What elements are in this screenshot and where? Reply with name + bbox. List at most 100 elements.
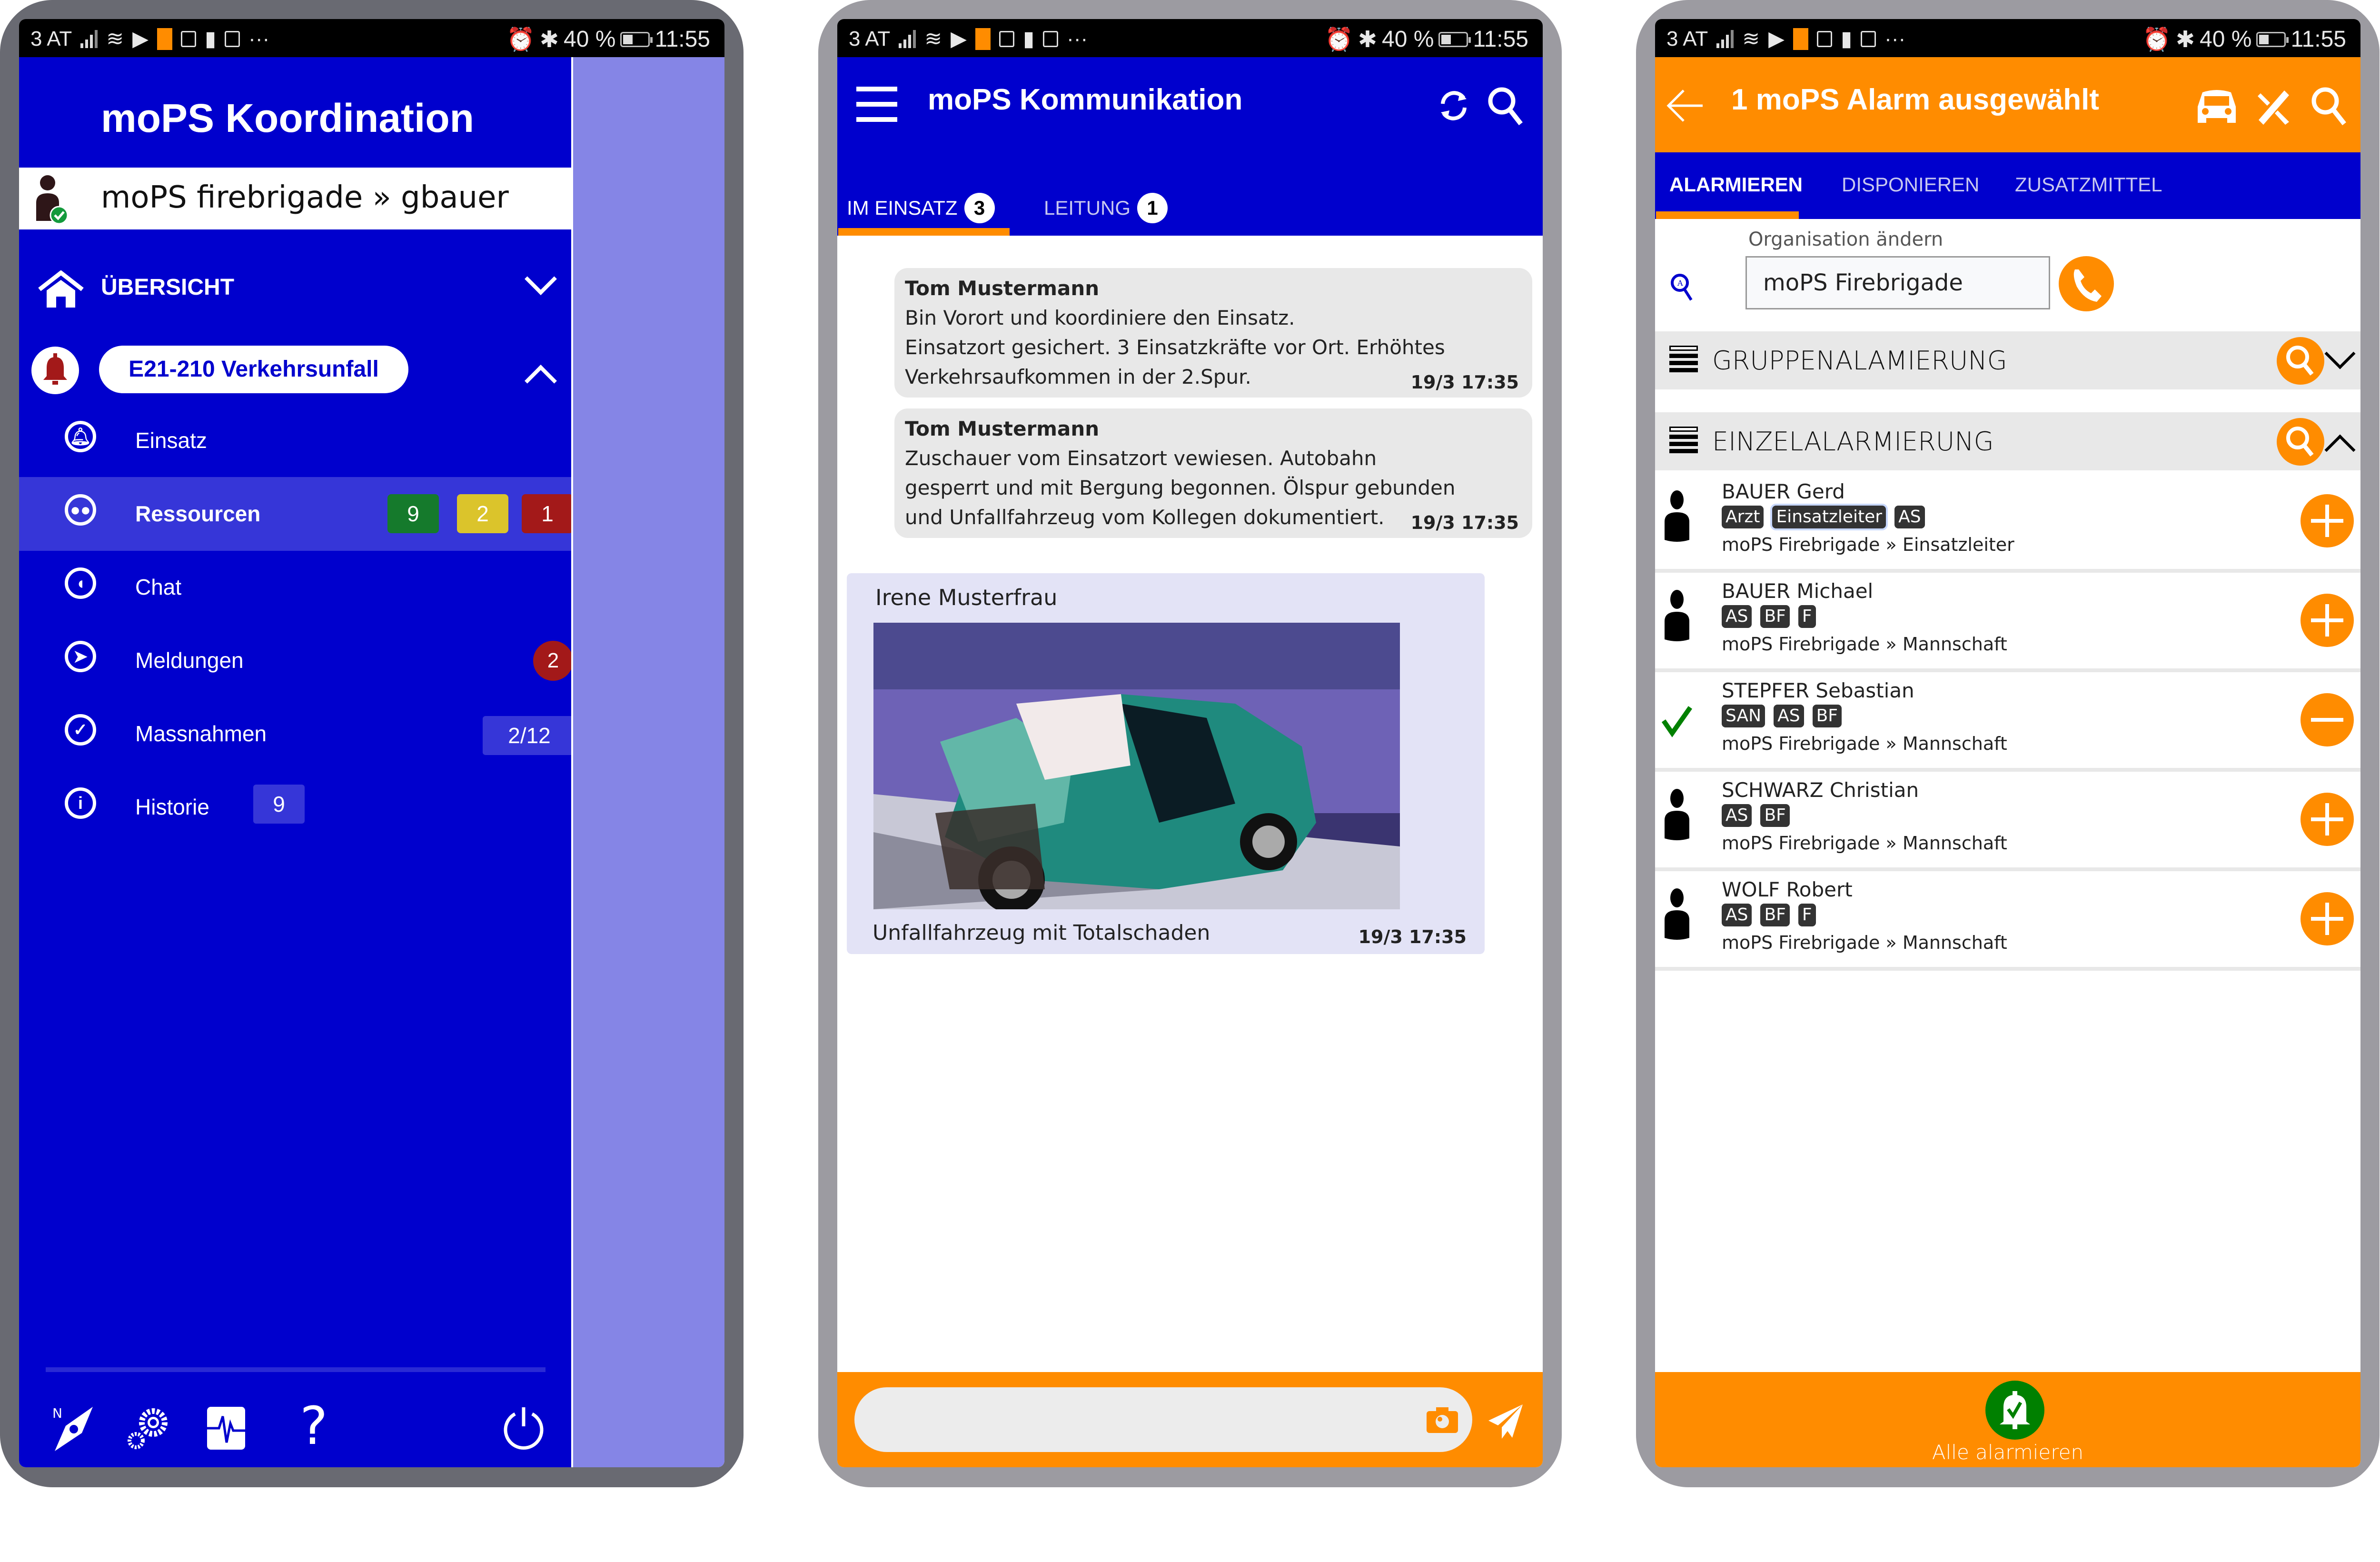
nav-item-massnahmen[interactable]: ✓ Massnahmen 2/12	[19, 697, 576, 771]
alarm-clock-icon: ⏰	[1325, 27, 1353, 52]
compass-icon[interactable]: N	[52, 1404, 95, 1452]
image-message[interactable]: Irene Musterfrau Unfallfahrzeug mit Tota…	[847, 573, 1485, 954]
user-name: moPS firebrigade » gbauer	[101, 180, 509, 215]
person-row[interactable]: SCHWARZ Christian AS BF moPS Firebrigade » …	[1655, 770, 2360, 871]
qualification-tag: AS	[1722, 904, 1752, 926]
person-org: moPS Firebrigade » Mannschaft	[1722, 932, 2007, 953]
person-name: WOLF Robert	[1722, 878, 1853, 901]
message-input[interactable]	[854, 1387, 1472, 1452]
person-row[interactable]: STEPFER Sebastian SAN AS BF moPS Firebrigade…	[1655, 670, 2360, 772]
message-composer	[837, 1372, 1543, 1467]
qualification-tag: BF	[1760, 904, 1790, 926]
alarm-all-button[interactable]	[1985, 1381, 2044, 1440]
refresh-icon[interactable]	[1437, 87, 1470, 125]
add-person-button[interactable]	[2301, 594, 2354, 647]
settings-icon[interactable]	[124, 1404, 171, 1452]
search-group-button[interactable]	[2277, 337, 2324, 385]
crashed-car-photo[interactable]	[873, 623, 1400, 909]
tab-zusatzmittel[interactable]: ZUSATZMITTEL	[2015, 173, 2162, 196]
drawer-scrim[interactable]	[571, 57, 724, 1467]
play-icon: ▶	[1768, 27, 1785, 50]
qualification-tag: AS	[1894, 506, 1925, 528]
incident-section[interactable]: E21-210 Verkehrsunfall	[19, 338, 571, 400]
chevron-down-icon[interactable]	[525, 263, 557, 295]
mail-icon	[1861, 30, 1876, 47]
person-icon	[1665, 888, 1689, 940]
app-title: 1 moPS Alarm ausgewählt	[1731, 83, 2099, 116]
qualification-tag: F	[1798, 605, 1816, 628]
add-person-button[interactable]	[2301, 892, 2354, 945]
nav-item-chat[interactable]: ◖ Chat	[19, 550, 571, 624]
incident-pill[interactable]: E21-210 Verkehrsunfall	[99, 346, 408, 393]
nav-item-meldungen[interactable]: ➤ Meldungen 2	[19, 624, 573, 697]
chevron-up-icon[interactable]	[2324, 434, 2356, 466]
play-icon: ▶	[951, 27, 967, 50]
nav-item-einsatz[interactable]: 🔔︎ Einsatz	[19, 404, 571, 478]
alarm-clock-icon: ⏰	[2142, 27, 2171, 52]
dispatch-tools-icon[interactable]	[2256, 89, 2292, 127]
activity-icon[interactable]	[205, 1404, 248, 1452]
wifi-icon: ≋	[924, 27, 942, 50]
nav-item-historie[interactable]: i Historie 9	[19, 770, 571, 844]
help-icon[interactable]: ?	[300, 1400, 327, 1452]
carrier-label: 3 AT	[849, 27, 891, 50]
power-icon[interactable]	[500, 1404, 547, 1452]
camera-icon[interactable]	[1427, 1406, 1458, 1433]
search-icon	[2286, 346, 2314, 376]
status-bar: 3 AT ≋ ▶ ▮ ··· ⏰ ✱ 40 % 11:55	[19, 19, 724, 57]
qualification-tag: BF	[1760, 804, 1790, 827]
person-icon	[1665, 490, 1689, 542]
more-icon: ···	[1884, 27, 1906, 50]
tab-alarmieren[interactable]: ALARMIEREN	[1669, 173, 1803, 196]
qualification-tag: AS	[1722, 804, 1752, 827]
search-icon[interactable]	[2310, 86, 2347, 126]
back-arrow-icon[interactable]	[1666, 90, 1703, 122]
org-search-icon[interactable]: A	[1669, 271, 1693, 302]
search-icon[interactable]	[1487, 86, 1524, 126]
chevron-up-icon[interactable]	[525, 365, 557, 397]
person-row[interactable]: BAUER Michael AS BF FmoPS Firebrigade » Man…	[1655, 571, 2360, 672]
person-name: STEPFER Sebastian	[1722, 679, 1914, 702]
signal-icon	[80, 30, 98, 48]
alarm-all-label: Alle alarmieren	[1932, 1441, 2084, 1464]
drawer-title: moPS Koordination	[101, 96, 474, 140]
active-tab-indicator	[1656, 211, 1799, 219]
add-person-button[interactable]	[2301, 793, 2354, 846]
history-count-badge: 9	[253, 785, 305, 824]
menu-icon[interactable]	[856, 87, 897, 122]
tab-im-einsatz[interactable]: IM EINSATZ 3	[847, 193, 995, 223]
vehicle-icon[interactable]	[2193, 88, 2241, 128]
single-alarm-section[interactable]: EINZELALARMIERUNG	[1655, 412, 2360, 470]
chevron-down-icon[interactable]	[2324, 338, 2356, 369]
org-input[interactable]: moPS Firebrigade	[1745, 256, 2050, 309]
tab-leitung[interactable]: LEITUNG 1	[1044, 193, 1168, 223]
tab-disponieren[interactable]: DISPONIEREN	[1842, 173, 1979, 196]
person-row[interactable]: BAUER Gerd Arzt Einsatzleiter AS moPS Firebr…	[1655, 471, 2360, 573]
person-name: BAUER Gerd	[1722, 480, 1845, 503]
send-icon[interactable]	[1488, 1403, 1524, 1440]
clock: 11:55	[654, 27, 710, 52]
signal-icon	[899, 30, 916, 48]
screen: 3 AT ≋ ▶ ▮ ··· ⏰ ✱ 40 % 11:55	[837, 19, 1543, 1467]
user-row[interactable]: moPS firebrigade » gbauer	[19, 168, 571, 229]
bluetooth-icon: ✱	[2175, 27, 2195, 52]
group-alarm-section[interactable]: GRUPPENALAMIERUNG	[1655, 331, 2360, 389]
overview-section[interactable]: ÜBERSICHT	[19, 257, 571, 314]
clock: 11:55	[1473, 27, 1528, 52]
tab-bar: IM EINSATZ 3 LEITUNG 1	[837, 148, 1543, 236]
person-row[interactable]: WOLF Robert AS BF FmoPS Firebrigade » Manns…	[1655, 869, 2360, 971]
add-person-button[interactable]	[2301, 494, 2354, 547]
info-icon: i	[65, 787, 96, 819]
remove-person-button[interactable]	[2301, 693, 2354, 746]
qualification-tag: Einsatzleiter	[1772, 506, 1886, 528]
nav-item-ressourcen[interactable]: ●● Ressourcen 9 2 1	[19, 477, 573, 551]
tab-count-badge: 1	[1137, 193, 1168, 223]
qualification-tag: AS	[1774, 705, 1804, 727]
bell-check-icon	[2000, 1391, 2030, 1429]
call-button[interactable]	[2059, 256, 2114, 311]
check-icon: ✓	[65, 714, 96, 746]
tab-label: LEITUNG	[1044, 197, 1131, 219]
selected-check-icon	[1662, 706, 1692, 737]
search-single-button[interactable]	[2277, 418, 2324, 466]
footer-divider	[46, 1367, 545, 1372]
